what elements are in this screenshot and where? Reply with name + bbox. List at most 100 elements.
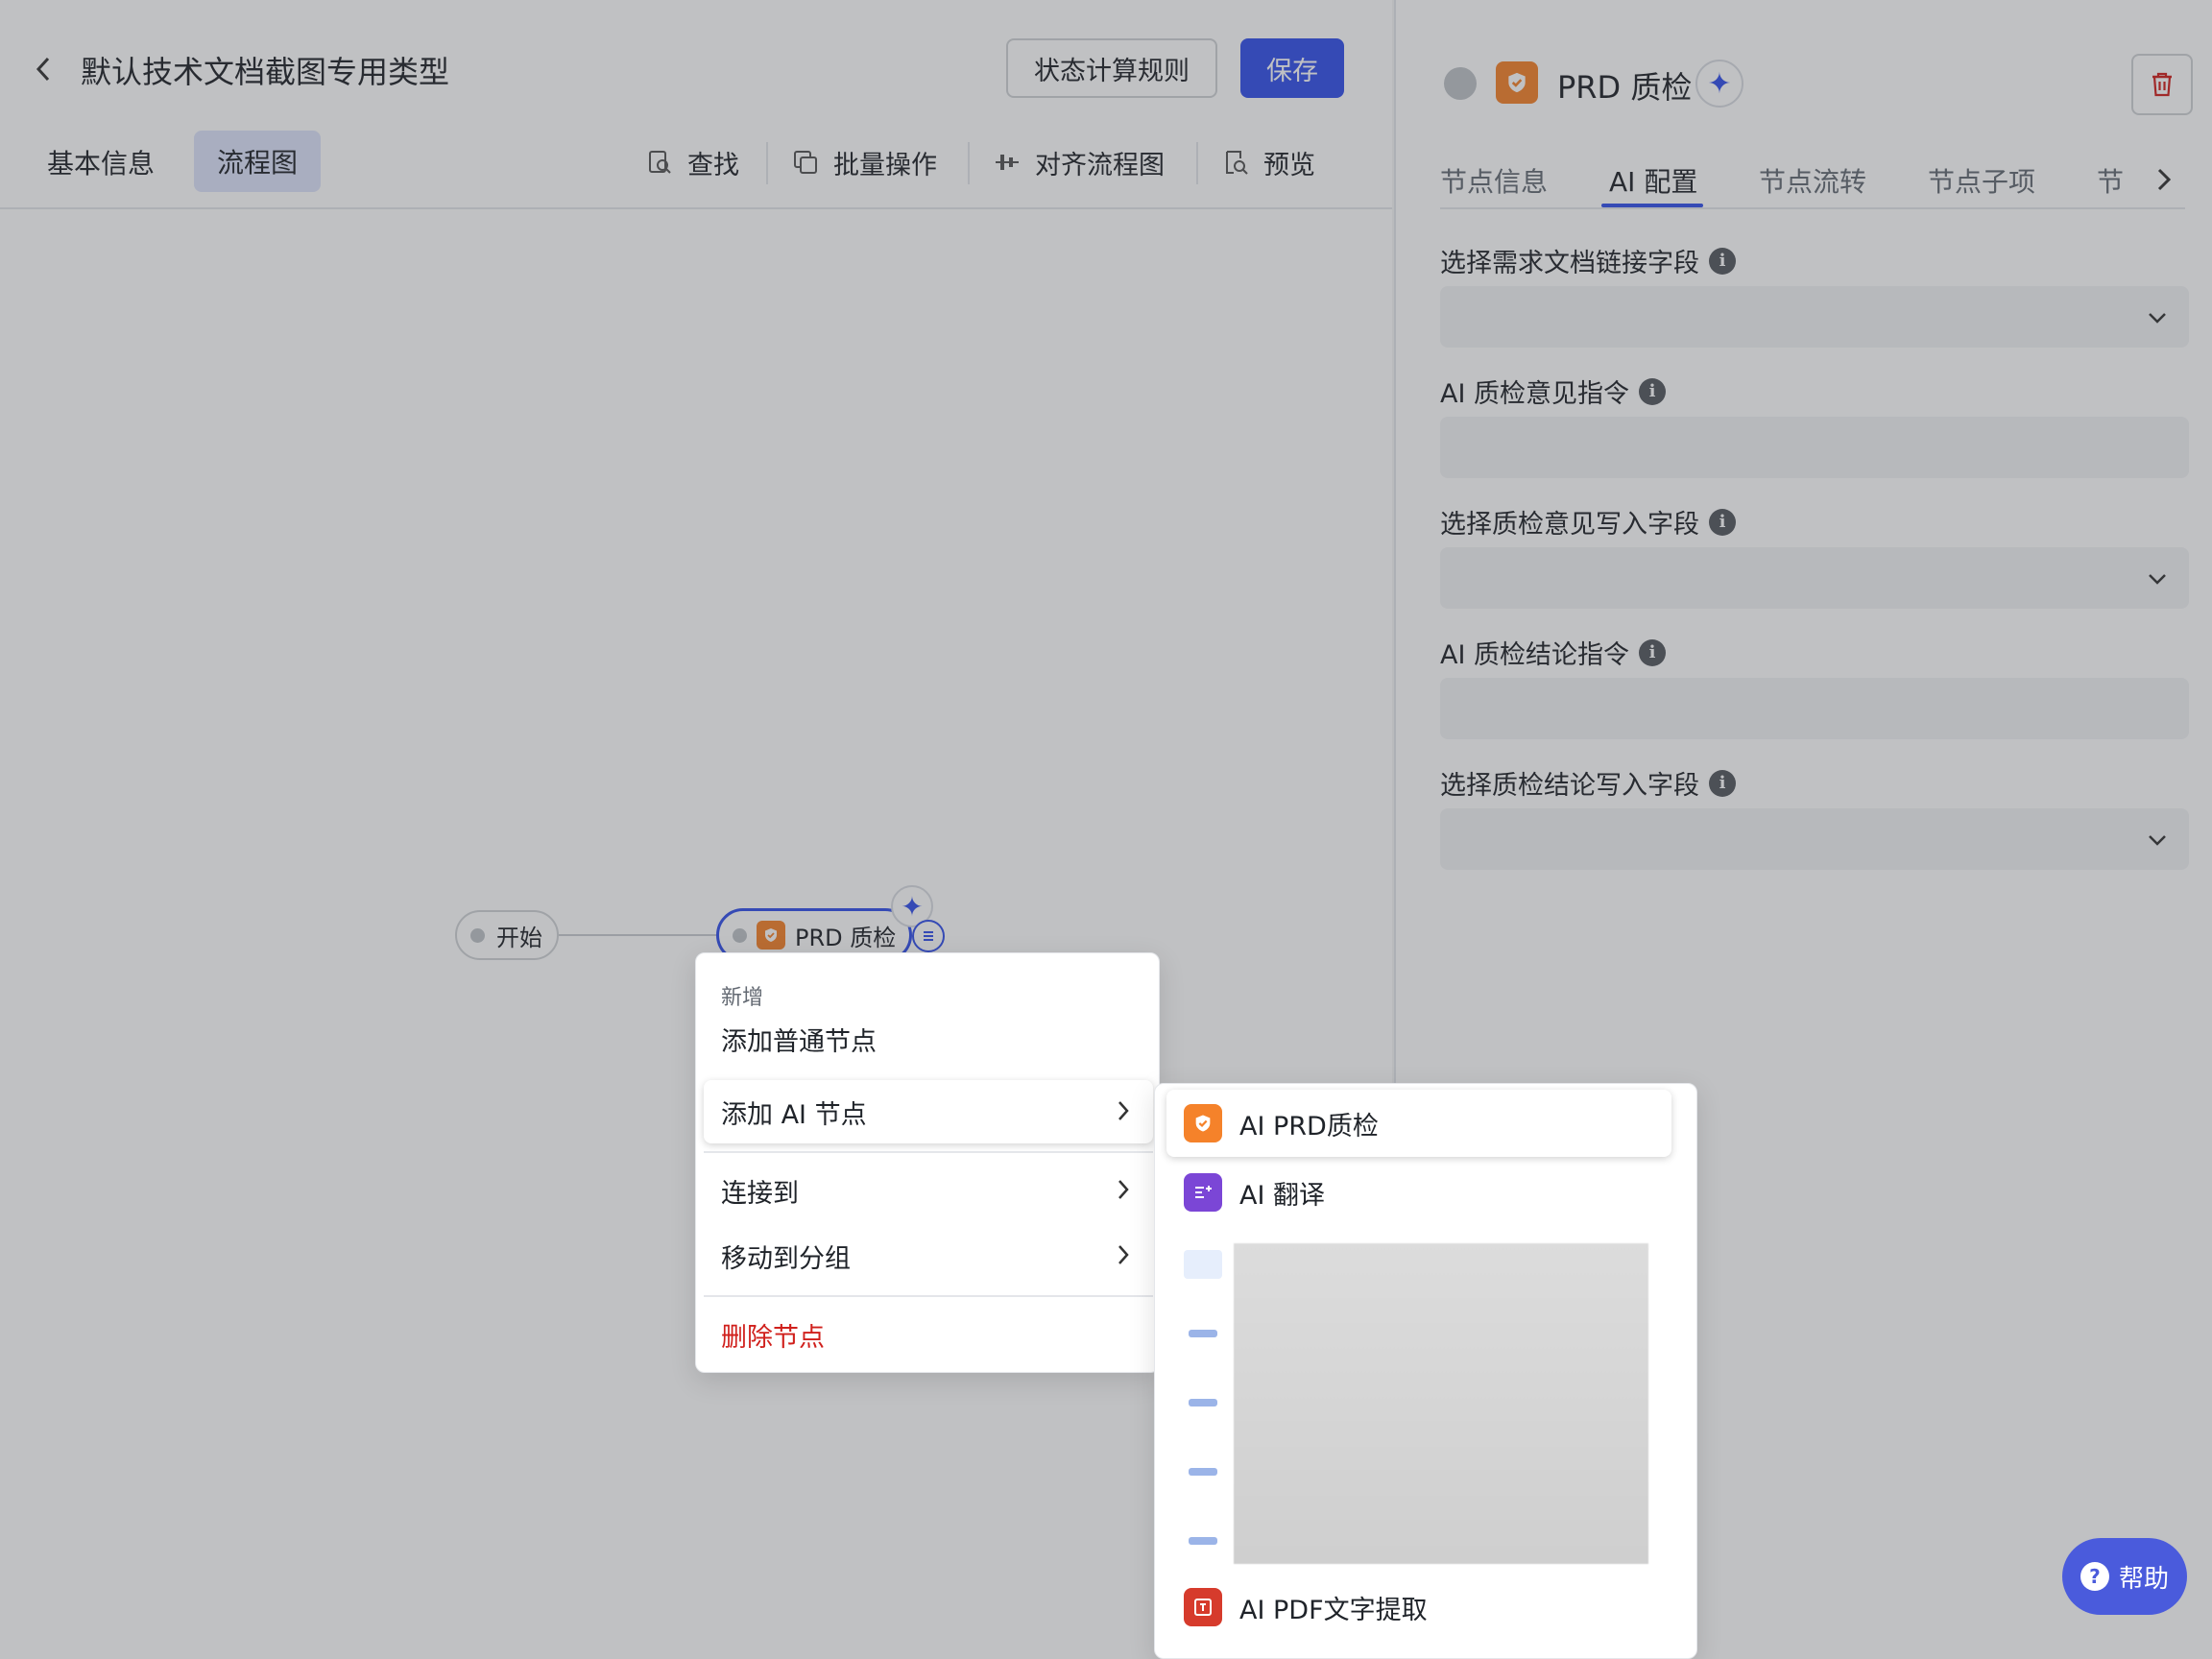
field-label: 选择需求文档链接字段 i <box>1440 242 1736 279</box>
preview-label: 预览 <box>1263 150 1315 180</box>
tab-ai-config[interactable]: AI 配置 <box>1609 152 1697 209</box>
translate-icon <box>1184 1173 1222 1212</box>
tab-basic-info[interactable]: 基本信息 <box>29 132 173 192</box>
panel-title: PRD 质检 <box>1557 69 1693 106</box>
field-label-text: 选择需求文档链接字段 <box>1440 249 1699 278</box>
back-icon[interactable] <box>29 50 58 88</box>
node-context-menu: 新增 添加普通节点 添加 AI 节点 连接到 移动到分组 删除节点 <box>695 952 1160 1373</box>
info-icon[interactable]: i <box>1639 638 1667 666</box>
submenu-ai-pdf-extract[interactable]: AI PDF文字提取 <box>1166 1574 1671 1641</box>
info-icon[interactable]: i <box>1639 377 1667 405</box>
info-icon[interactable]: i <box>1709 769 1736 797</box>
field-label: 选择质检结论写入字段 i <box>1440 764 1736 802</box>
tab-node-transition[interactable]: 节点流转 <box>1759 152 1866 209</box>
chevron-down-icon <box>2147 822 2168 854</box>
delete-trash-icon[interactable] <box>2131 54 2193 115</box>
field-label-text: AI 质检意见指令 <box>1440 379 1630 409</box>
doc-link-field-select[interactable] <box>1440 286 2189 348</box>
status-dot <box>1444 67 1477 100</box>
menu-divider <box>704 1295 1153 1297</box>
template-thumbnail <box>1182 1455 1224 1489</box>
submenu-item-label: AI 翻译 <box>1239 1180 1326 1211</box>
shield-check-icon <box>757 921 785 950</box>
chevron-right-icon[interactable] <box>2145 156 2183 204</box>
tab-flowchart[interactable]: 流程图 <box>194 131 321 192</box>
info-icon[interactable]: i <box>1709 247 1736 275</box>
menu-divider <box>704 1151 1153 1153</box>
field-label: AI 质检结论指令 i <box>1440 634 1667 671</box>
preview-tool[interactable]: 预览 <box>1221 138 1315 186</box>
batch-icon <box>791 148 820 177</box>
active-tab-indicator <box>1601 204 1703 207</box>
flow-edge <box>559 934 716 936</box>
submenu-item-label: AI PRD质检 <box>1239 1111 1379 1142</box>
node-menu-icon[interactable] <box>912 920 945 952</box>
batch-label: 批量操作 <box>833 150 937 180</box>
align-icon <box>993 148 1022 177</box>
page-title: 默认技术文档截图专用类型 <box>81 54 450 90</box>
batch-tool[interactable]: 批量操作 <box>791 138 937 186</box>
find-label: 查找 <box>687 150 739 180</box>
chevron-right-icon <box>1117 1097 1130 1131</box>
template-thumbnail <box>1182 1524 1224 1558</box>
qa-opinion-prompt-input[interactable] <box>1440 417 2189 478</box>
ai-node-submenu: AI PRD质检 AI 翻译 AI PDF文字提取 <box>1154 1083 1697 1659</box>
menu-move-to-group[interactable]: 移动到分组 <box>704 1224 1153 1287</box>
field-label-text: AI 质检结论指令 <box>1440 640 1630 670</box>
start-node-label: 开始 <box>496 924 542 951</box>
menu-connect-to[interactable]: 连接到 <box>704 1159 1153 1222</box>
chevron-right-icon <box>1117 1176 1130 1210</box>
submenu-ai-prd-qa[interactable]: AI PRD质检 <box>1166 1090 1671 1157</box>
submenu-ai-translate[interactable]: AI 翻译 <box>1166 1159 1671 1226</box>
toolbar-divider <box>1196 142 1198 184</box>
qa-opinion-field-select[interactable] <box>1440 547 2189 609</box>
tab-node-info[interactable]: 节点信息 <box>1440 152 1548 209</box>
blurred-preview <box>1234 1243 1648 1564</box>
shield-check-icon <box>1496 61 1538 104</box>
prd-node-label: PRD 质检 <box>795 924 897 951</box>
align-tool[interactable]: 对齐流程图 <box>993 138 1165 186</box>
help-button[interactable]: ? 帮助 <box>2062 1538 2187 1615</box>
info-icon[interactable]: i <box>1709 508 1736 536</box>
question-icon: ? <box>2080 1562 2109 1591</box>
status-dot <box>733 927 747 943</box>
tab-node-subitems[interactable]: 节点子项 <box>1928 152 2035 209</box>
menu-item-label: 添加 AI 节点 <box>721 1099 867 1130</box>
chevron-down-icon <box>2147 561 2168 592</box>
chevron-down-icon <box>2147 300 2168 331</box>
qa-conclusion-field-select[interactable] <box>1440 808 2189 870</box>
help-label: 帮助 <box>2118 1564 2169 1594</box>
chevron-right-icon <box>1117 1241 1130 1275</box>
menu-item-label: 添加普通节点 <box>721 1026 877 1057</box>
sparkle-icon[interactable]: ✦ <box>1695 60 1743 108</box>
start-node[interactable]: 开始 <box>455 910 559 960</box>
field-label-text: 选择质检结论写入字段 <box>1440 771 1699 801</box>
menu-delete-node[interactable]: 删除节点 <box>704 1303 1153 1366</box>
save-button[interactable]: 保存 <box>1240 38 1344 98</box>
pdf-icon <box>1184 1588 1222 1626</box>
tab-more[interactable]: 节 <box>2097 152 2124 209</box>
editor-topbar: 默认技术文档截图专用类型 状态计算规则 保存 基本信息 流程图 查找 批量操作 <box>0 0 1392 209</box>
menu-add-normal-node[interactable]: 添加普通节点 <box>704 1007 1153 1070</box>
field-label: AI 质检意见指令 i <box>1440 373 1667 410</box>
template-thumbnail <box>1182 1247 1224 1282</box>
status-dot <box>470 927 485 943</box>
menu-item-label: 连接到 <box>721 1178 799 1209</box>
status-rule-button[interactable]: 状态计算规则 <box>1006 38 1217 98</box>
menu-item-label: 删除节点 <box>721 1322 825 1353</box>
align-label: 对齐流程图 <box>1035 150 1165 180</box>
menu-add-ai-node[interactable]: 添加 AI 节点 <box>704 1080 1153 1143</box>
preview-icon <box>1221 148 1250 177</box>
find-tool[interactable]: 查找 <box>645 138 739 186</box>
shield-check-icon <box>1184 1104 1222 1142</box>
field-label: 选择质检意见写入字段 i <box>1440 503 1736 541</box>
qa-conclusion-prompt-input[interactable] <box>1440 678 2189 739</box>
field-label-text: 选择质检意见写入字段 <box>1440 510 1699 540</box>
find-icon <box>645 148 674 177</box>
menu-item-label: 移动到分组 <box>721 1243 851 1274</box>
template-thumbnail <box>1182 1385 1224 1420</box>
tab-divider <box>1440 207 2185 209</box>
toolbar-divider <box>766 142 768 184</box>
submenu-item-label: AI PDF文字提取 <box>1239 1595 1428 1625</box>
app-frame: 默认技术文档截图专用类型 状态计算规则 保存 基本信息 流程图 查找 批量操作 <box>0 0 2212 1659</box>
